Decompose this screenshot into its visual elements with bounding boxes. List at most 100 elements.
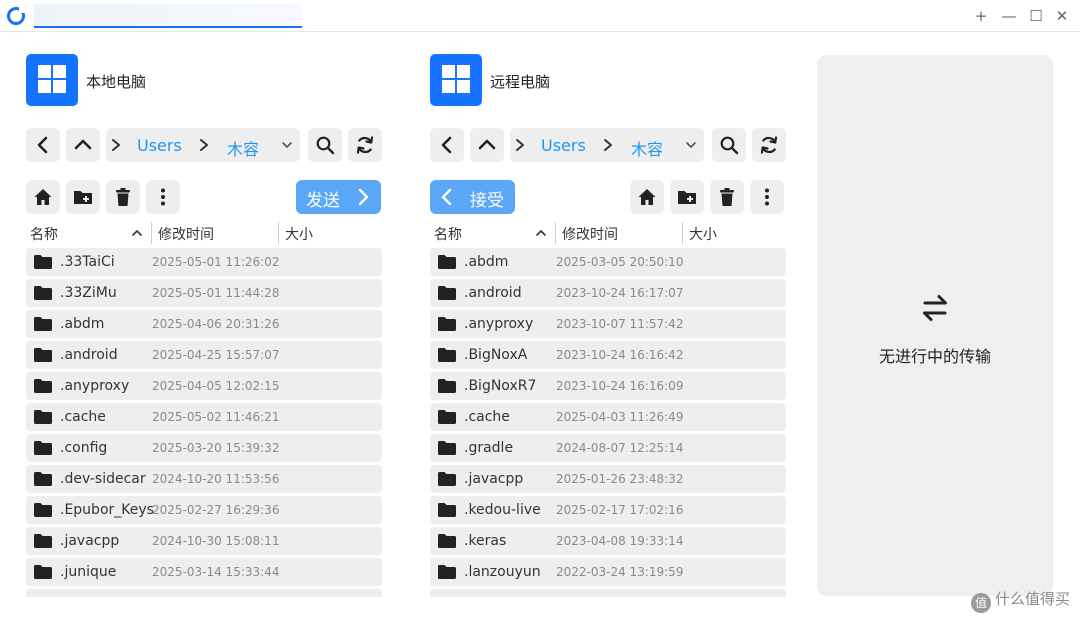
- up-button[interactable]: [470, 128, 504, 162]
- more-vertical-icon: [765, 188, 769, 206]
- file-row[interactable]: .lanzouyun 2022-03-24 13:19:59: [430, 558, 786, 586]
- breadcrumb-current[interactable]: 木容: [227, 136, 259, 160]
- refresh-button[interactable]: [752, 128, 786, 162]
- no-transfer-text: 无进行中的传输: [878, 347, 991, 366]
- folder-icon: [34, 255, 52, 269]
- up-button[interactable]: [66, 128, 100, 162]
- file-row[interactable]: .BigNoxA 2023-10-24 16:16:42: [430, 341, 786, 369]
- search-button[interactable]: [308, 128, 342, 162]
- title-input[interactable]: [34, 4, 302, 28]
- column-name[interactable]: 名称: [434, 224, 462, 244]
- column-divider[interactable]: [555, 222, 556, 244]
- file-row[interactable]: .config 2025-03-20 15:39:32: [26, 434, 382, 462]
- file-row[interactable]: .anyproxy 2023-10-07 11:57:42: [430, 310, 786, 338]
- file-name: .33ZiMu: [60, 285, 117, 301]
- folder-icon: [34, 534, 52, 548]
- trash-icon: [720, 188, 734, 206]
- remote-pane: 远程电脑 Users 木容 接受 名称 修改时间 大小 .abdm 2025-0…: [430, 40, 786, 598]
- file-row[interactable]: .anyproxy 2025-04-05 12:02:15: [26, 372, 382, 400]
- trash-icon: [116, 188, 130, 206]
- delete-button[interactable]: [106, 180, 140, 214]
- file-row[interactable]: .gradle 2024-08-07 12:25:14: [430, 434, 786, 462]
- column-divider[interactable]: [278, 222, 279, 244]
- back-button[interactable]: [26, 128, 60, 162]
- more-options-button[interactable]: [750, 180, 784, 214]
- file-row[interactable]: .dev-sidecar 2024-10-20 11:53:56: [26, 465, 382, 493]
- file-modified: 2025-04-06 20:31:26: [152, 317, 280, 331]
- receive-button[interactable]: 接受: [430, 180, 515, 214]
- file-modified: 2025-01-26 23:48:32: [556, 472, 684, 486]
- file-row[interactable]: .junique 2025-03-14 15:33:44: [26, 558, 382, 586]
- refresh-button[interactable]: [348, 128, 382, 162]
- delete-button[interactable]: [710, 180, 744, 214]
- file-modified: 2023-10-07 11:57:42: [556, 317, 684, 331]
- local-file-list: .33TaiCi 2025-05-01 11:26:02 .33ZiMu 2025-0…: [26, 248, 382, 600]
- chevron-up-icon: [478, 139, 496, 150]
- sort-ascending-icon[interactable]: [534, 226, 548, 240]
- folder-icon: [34, 410, 52, 424]
- file-row[interactable]: .BigNoxR7 2023-10-24 16:16:09: [430, 372, 786, 400]
- new-folder-icon: [678, 191, 696, 204]
- chevron-up-icon: [74, 139, 92, 150]
- local-action-bar: 发送: [26, 180, 382, 214]
- file-modified: 2025-04-05 12:02:15: [152, 379, 280, 393]
- chevron-down-icon[interactable]: [280, 138, 294, 152]
- breadcrumb-current[interactable]: 木容: [631, 136, 663, 160]
- file-row[interactable]: .keras 2023-04-08 19:33:14: [430, 527, 786, 555]
- file-row[interactable]: .javacpp 2024-10-30 15:08:11: [26, 527, 382, 555]
- column-name[interactable]: 名称: [30, 224, 58, 244]
- file-row[interactable]: .abdm 2025-04-06 20:31:26: [26, 310, 382, 338]
- column-size[interactable]: 大小: [285, 224, 313, 244]
- breadcrumb-users[interactable]: Users: [137, 136, 182, 155]
- search-button[interactable]: [712, 128, 746, 162]
- watermark: 值什么值得买: [970, 588, 1070, 613]
- chevron-down-icon[interactable]: [684, 138, 698, 152]
- file-row[interactable]: .javacpp 2025-01-26 23:48:32: [430, 465, 786, 493]
- file-name: .android: [464, 285, 522, 301]
- folder-icon: [438, 565, 456, 579]
- home-button[interactable]: [26, 180, 60, 214]
- file-name: .cache: [464, 409, 510, 425]
- file-row[interactable]: .Epubor_Keys 2025-02-27 16:29:36: [26, 496, 382, 524]
- app-logo-icon: [7, 6, 26, 25]
- search-icon: [316, 136, 335, 155]
- back-button[interactable]: [430, 128, 464, 162]
- file-row[interactable]: .android 2023-10-24 16:17:07: [430, 279, 786, 307]
- file-row[interactable]: .cache 2025-05-02 11:46:21: [26, 403, 382, 431]
- send-button[interactable]: 发送: [296, 180, 381, 214]
- folder-icon: [438, 472, 456, 486]
- folder-icon: [34, 472, 52, 486]
- folder-icon: [438, 379, 456, 393]
- file-row-partial[interactable]: [430, 589, 786, 597]
- new-folder-button[interactable]: [66, 180, 100, 214]
- maximize-button[interactable]: ☐: [1025, 6, 1047, 26]
- file-row[interactable]: .abdm 2025-03-05 20:50:10: [430, 248, 786, 276]
- folder-icon: [438, 286, 456, 300]
- column-divider[interactable]: [151, 222, 152, 244]
- breadcrumb-users[interactable]: Users: [541, 136, 586, 155]
- column-modified[interactable]: 修改时间: [562, 224, 618, 244]
- more-options-button[interactable]: [146, 180, 180, 214]
- column-divider[interactable]: [682, 222, 683, 244]
- home-button[interactable]: [630, 180, 664, 214]
- column-modified[interactable]: 修改时间: [158, 224, 214, 244]
- file-row[interactable]: .android 2025-04-25 15:57:07: [26, 341, 382, 369]
- file-row[interactable]: .kedou-live 2025-02-17 17:02:16: [430, 496, 786, 524]
- file-row[interactable]: .33TaiCi 2025-05-01 11:26:02: [26, 248, 382, 276]
- column-size[interactable]: 大小: [689, 224, 717, 244]
- minimize-button[interactable]: —: [998, 6, 1020, 26]
- sort-ascending-icon[interactable]: [130, 226, 144, 240]
- new-folder-button[interactable]: [670, 180, 704, 214]
- new-tab-button[interactable]: +: [970, 6, 992, 26]
- file-modified: 2025-03-14 15:33:44: [152, 565, 280, 579]
- close-button[interactable]: ✕: [1051, 6, 1073, 26]
- remote-column-header: 名称 修改时间 大小: [430, 220, 786, 246]
- file-row[interactable]: .cache 2025-04-03 11:26:49: [430, 403, 786, 431]
- file-modified: 2023-10-24 16:16:09: [556, 379, 684, 393]
- file-modified: 2023-04-08 19:33:14: [556, 534, 684, 548]
- file-name: .kedou-live: [464, 502, 541, 518]
- file-row[interactable]: .33ZiMu 2025-05-01 11:44:28: [26, 279, 382, 307]
- file-row-partial[interactable]: [26, 589, 382, 597]
- search-icon: [720, 136, 739, 155]
- file-name: .cache: [60, 409, 106, 425]
